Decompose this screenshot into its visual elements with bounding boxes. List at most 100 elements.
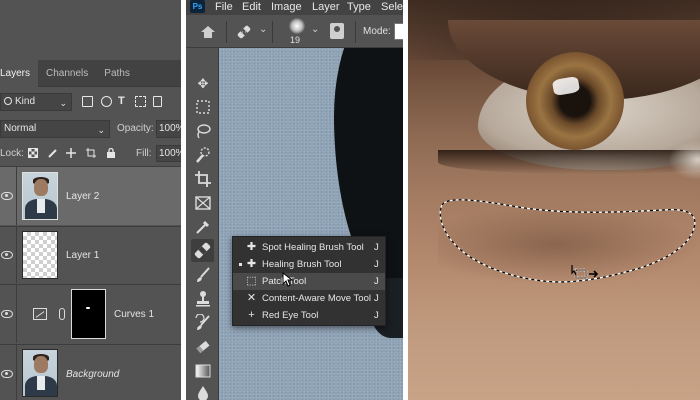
lock-position-icon[interactable] — [66, 148, 76, 158]
clone-stamp-icon — [196, 291, 210, 307]
link-chain-icon[interactable] — [59, 308, 65, 320]
curves-adjustment-icon — [33, 308, 47, 320]
type-filter-icon[interactable]: T — [118, 96, 129, 107]
eyedropper-tool[interactable] — [194, 218, 212, 236]
red-eye-icon: + — [248, 309, 255, 321]
options-separator — [226, 21, 227, 43]
eye-icon[interactable] — [1, 310, 13, 318]
layer-name: Curves 1 — [114, 309, 155, 320]
flyout-item-healing-brush[interactable]: ✚ Healing Brush Tool J — [233, 256, 385, 273]
tool-preset-chevron-icon[interactable]: ⌄ — [259, 24, 267, 35]
eye-icon[interactable] — [1, 251, 13, 259]
tab-paths[interactable]: Paths — [96, 60, 138, 87]
eyedropper-icon — [196, 220, 210, 234]
search-icon — [4, 97, 12, 105]
layer-row-layer-2[interactable]: Layer 2 — [0, 166, 181, 225]
lock-row: Lock: Fill: 100% — [0, 145, 181, 162]
blend-row: Normal ⌄ Opacity: 100% — [0, 120, 181, 138]
menu-bar: Ps File Edit Image Layer Type Sele — [186, 0, 403, 15]
eye-closeup-photo[interactable] — [408, 0, 700, 400]
patch-tool-cursor-icon — [571, 265, 599, 280]
flyout-item-patch[interactable]: ⬚ Patch Tool J — [233, 273, 385, 290]
menu-select[interactable]: Sele — [381, 0, 403, 14]
flyout-item-content-aware-move[interactable]: ✕ Content-Aware Move Tool J — [233, 290, 385, 307]
crop-tool[interactable] — [194, 170, 212, 188]
mode-select[interactable] — [394, 23, 403, 40]
document-canvas[interactable] — [219, 48, 403, 400]
content-aware-move-icon: ✕ — [246, 292, 257, 304]
gradient-icon — [195, 364, 211, 378]
gradient-tool[interactable] — [194, 362, 212, 380]
home-icon[interactable] — [201, 26, 215, 38]
smart-object-filter-icon[interactable] — [153, 96, 162, 107]
brush-preview-icon[interactable] — [289, 18, 305, 34]
eye-icon[interactable] — [1, 192, 13, 200]
marquee-tool[interactable] — [194, 98, 212, 116]
active-tool-bullet — [239, 263, 242, 266]
flyout-item-spot-healing-brush[interactable]: ✚ Spot Healing Brush Tool J — [233, 239, 385, 256]
screenshot-root: Layers Channels Paths Kind ⌄ T Normal ⌄ … — [0, 0, 700, 400]
chevron-down-icon: ⌄ — [59, 98, 67, 108]
history-brush-tool[interactable] — [194, 313, 212, 332]
shape-filter-icon[interactable] — [135, 96, 146, 107]
options-separator — [272, 21, 273, 43]
fill-label: Fill: — [136, 148, 152, 159]
brush-size-value: 19 — [290, 35, 301, 45]
tools-panel: ✥ — [186, 48, 219, 400]
options-bar: ⌄ 19 ⌄ Mode: — [186, 15, 403, 48]
adjustment-filter-icon[interactable] — [101, 96, 112, 107]
layer-row-layer-1[interactable]: Layer 1 — [0, 226, 181, 283]
brush-picker-chevron-icon[interactable]: ⌄ — [311, 24, 319, 35]
layer-row-background[interactable]: Background — [0, 344, 181, 400]
layer-thumbnail — [22, 172, 58, 220]
layers-panel-tabs: Layers Channels Paths — [0, 60, 181, 87]
frame-icon — [195, 196, 211, 210]
blend-mode-select[interactable]: Normal ⌄ — [0, 120, 110, 138]
layer-name: Layer 2 — [66, 191, 100, 202]
menu-edit[interactable]: Edit — [242, 0, 261, 14]
blur-tool[interactable] — [194, 384, 212, 400]
pixel-filter-icon[interactable] — [82, 96, 93, 107]
patch-selection-outline[interactable] — [408, 0, 700, 400]
fill-field[interactable]: 100% — [156, 145, 181, 162]
layer-name: Background — [66, 369, 120, 380]
quick-selection-tool[interactable] — [194, 146, 212, 164]
filter-kind-select[interactable]: Kind ⌄ — [0, 93, 72, 111]
layer-row-curves-1[interactable]: Curves 1 — [0, 284, 181, 343]
chevron-down-icon: ⌄ — [97, 125, 105, 135]
frame-tool[interactable] — [194, 194, 212, 212]
opacity-field[interactable]: 100% — [156, 120, 181, 138]
quick-selection-icon — [196, 147, 210, 163]
flyout-item-red-eye[interactable]: + Red Eye Tool J — [233, 307, 385, 324]
tab-channels[interactable]: Channels — [38, 60, 96, 87]
menu-layer[interactable]: Layer — [312, 0, 340, 14]
lasso-icon — [197, 124, 211, 139]
menu-type[interactable]: Type — [347, 0, 371, 14]
tab-layers[interactable]: Layers — [0, 60, 39, 87]
brush-tool[interactable] — [194, 266, 212, 284]
lock-pixels-icon[interactable] — [48, 148, 58, 158]
menu-file[interactable]: File — [215, 0, 233, 14]
flyout-item-shortcut: J — [374, 293, 379, 304]
move-tool[interactable]: ✥ — [194, 75, 212, 93]
lock-all-icon[interactable] — [106, 148, 116, 158]
lock-artboard-icon[interactable] — [86, 148, 96, 158]
move-icon: ✥ — [197, 76, 209, 91]
eraser-tool[interactable] — [194, 338, 212, 356]
lock-transparent-icon[interactable] — [28, 148, 38, 158]
clone-source-icon[interactable] — [330, 23, 344, 39]
layer-name: Layer 1 — [66, 250, 100, 261]
eye-icon[interactable] — [1, 370, 13, 378]
lasso-tool[interactable] — [194, 122, 212, 140]
crop-icon — [195, 171, 211, 187]
healing-brush-tool[interactable] — [191, 239, 214, 262]
photoshop-window: Ps File Edit Image Layer Type Sele ⌄ 19 … — [186, 0, 403, 400]
menu-image[interactable]: Image — [271, 0, 302, 14]
blend-mode-label: Normal — [4, 123, 37, 134]
clone-stamp-tool[interactable] — [194, 290, 212, 308]
flyout-item-label: Spot Healing Brush Tool — [262, 242, 364, 253]
photoshop-logo: Ps — [190, 0, 205, 13]
layer-mask-thumbnail[interactable] — [71, 289, 106, 339]
healing-brush-icon[interactable] — [236, 24, 252, 40]
eye-separator — [16, 227, 17, 283]
